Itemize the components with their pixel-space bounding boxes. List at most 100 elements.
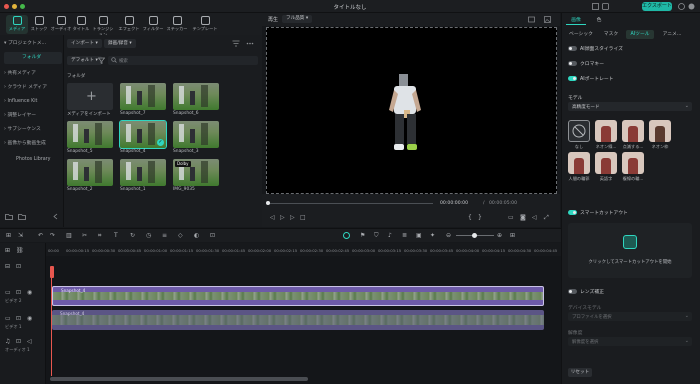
sidebar-item-adjustment-layer[interactable]: › 調整レイヤー: [4, 110, 62, 122]
tab-stock[interactable]: ストック: [28, 15, 50, 34]
marker-icon[interactable]: ⚑: [360, 232, 365, 239]
fullscreen-icon[interactable]: ⤢: [544, 214, 549, 222]
save-icon[interactable]: [602, 3, 609, 10]
tab-transitions[interactable]: トランジション: [92, 15, 114, 37]
quality-dropdown[interactable]: フル品質 ▾: [282, 15, 313, 23]
device-model-select[interactable]: プロファイルを選択 ⌄: [568, 312, 692, 321]
export-button[interactable]: エクスポート: [642, 2, 672, 11]
speaker-icon[interactable]: ◁: [27, 338, 32, 345]
lens-correction-toggle[interactable]: [568, 289, 577, 294]
subtab-basic[interactable]: ベーシック: [566, 30, 596, 39]
prev-frame-icon[interactable]: ◁: [270, 214, 275, 221]
track-settings-icon[interactable]: ⊟: [5, 263, 10, 270]
media-item-snapshot-1[interactable]: [120, 159, 166, 186]
lock-icon[interactable]: ⊡: [16, 263, 21, 270]
tab-templates[interactable]: テンプレート: [192, 15, 218, 34]
sort-dropdown[interactable]: デフォルト ▾: [67, 56, 102, 65]
grid-view-icon[interactable]: ⊞: [510, 232, 515, 239]
volume-icon[interactable]: ◁: [532, 214, 537, 221]
tab-titles[interactable]: タイトル: [70, 15, 92, 34]
rotate-icon[interactable]: ↻: [130, 232, 135, 239]
media-item-snapshot-2[interactable]: [67, 159, 113, 186]
microphone-icon[interactable]: ♪: [388, 232, 392, 239]
subtab-mask[interactable]: マスク: [600, 30, 622, 39]
preset-none[interactable]: [568, 120, 590, 142]
link-icon[interactable]: ⛓: [16, 247, 24, 254]
help-icon[interactable]: [678, 3, 685, 10]
timeline-clip-video-1[interactable]: Snapshot_4: [52, 310, 544, 330]
adjust-icon[interactable]: ≡: [162, 232, 167, 239]
import-media-tile[interactable]: +: [67, 83, 113, 110]
eye-icon[interactable]: ◉: [27, 315, 32, 322]
monitor-icon[interactable]: ▭: [508, 214, 514, 221]
voiceover-icon[interactable]: ≣: [402, 232, 407, 239]
tab-stickers[interactable]: ステッカー: [166, 15, 188, 34]
play-icon[interactable]: ▷: [280, 214, 285, 221]
preset-neon-line[interactable]: [595, 120, 617, 142]
redo-icon[interactable]: ↷: [50, 232, 55, 239]
keyframe-icon[interactable]: ◇: [178, 232, 183, 239]
snapshot-icon[interactable]: ▣: [416, 232, 422, 239]
layout-grid-icon[interactable]: ⊞: [6, 232, 11, 239]
filter-sort-icon[interactable]: [98, 57, 105, 64]
shield-icon[interactable]: ⛉: [374, 232, 379, 240]
preview-viewer[interactable]: [266, 27, 557, 194]
smart-cutout-toggle[interactable]: [568, 210, 577, 215]
ai-portrait-toggle[interactable]: [568, 76, 577, 81]
media-item-snapshot-6[interactable]: [173, 83, 219, 110]
tab-media[interactable]: メディア: [6, 15, 28, 34]
render-icon[interactable]: [343, 232, 350, 239]
undo-icon[interactable]: ↶: [38, 232, 43, 239]
media-item-snapshot-7[interactable]: [120, 83, 166, 110]
scrubber-handle[interactable]: [266, 201, 270, 205]
timeline-clip-video-2[interactable]: Snapshot_4: [52, 286, 544, 306]
layout-icon[interactable]: [592, 3, 599, 10]
tab-color[interactable]: 色: [592, 16, 606, 25]
reset-button[interactable]: リセット: [568, 368, 592, 377]
collapse-sidebar-icon[interactable]: [52, 213, 59, 220]
sidebar-item-cloud-media[interactable]: › クラウド メディア: [4, 82, 62, 94]
color-icon[interactable]: ◐: [194, 232, 199, 239]
folder-icon[interactable]: [18, 213, 26, 220]
next-frame-icon[interactable]: ▷: [290, 214, 295, 221]
smart-cutout-area[interactable]: クリックしてスマートカットアウトを開始: [568, 223, 692, 278]
account-icon[interactable]: [688, 3, 695, 10]
stabilize-icon[interactable]: ⊡: [210, 232, 215, 239]
lock-icon[interactable]: ⊡: [16, 315, 21, 322]
subtab-animation[interactable]: アニメ...: [658, 30, 686, 39]
image-icon[interactable]: [544, 16, 551, 23]
sidebar-item-influence-kit[interactable]: › Influence Kit: [4, 96, 62, 108]
ai-face-stylize-toggle[interactable]: [568, 46, 577, 51]
tab-filters[interactable]: フィルター: [142, 15, 164, 34]
media-item-snapshot-4[interactable]: ✓: [119, 120, 167, 149]
tab-image[interactable]: 画像: [566, 16, 586, 25]
search-input[interactable]: 検索: [108, 56, 258, 65]
tab-audio[interactable]: オーディオ: [50, 15, 72, 34]
timeline-ruler[interactable]: 00:00 00:00:00:15 00:00:00:30 00:00:00:4…: [46, 243, 561, 256]
camera-icon[interactable]: ◙: [520, 214, 526, 221]
record-button[interactable]: 録画/録音 ▾: [104, 39, 136, 48]
crop-icon[interactable]: ⌗: [98, 232, 101, 240]
playhead[interactable]: [50, 266, 54, 278]
subtab-ai-tools[interactable]: AIツール: [626, 30, 654, 39]
cut-icon[interactable]: ✂: [82, 232, 87, 239]
lock-icon[interactable]: ⊡: [16, 338, 21, 345]
zoom-in-icon[interactable]: ⊕: [497, 232, 502, 239]
preset-flashing[interactable]: [622, 120, 644, 142]
more-icon[interactable]: [246, 40, 254, 47]
tab-effects[interactable]: エフェクト: [118, 15, 140, 34]
timeline-scrollbar[interactable]: [50, 377, 308, 381]
screenshot-icon[interactable]: [528, 16, 535, 23]
playback-scrubber[interactable]: [268, 203, 433, 204]
sidebar-item-image-to-video[interactable]: › 画像から動画生成: [4, 138, 62, 150]
select-tool-icon[interactable]: ⇲: [18, 232, 23, 239]
text-icon[interactable]: T: [114, 232, 118, 239]
preset-human-outline[interactable]: [568, 152, 590, 174]
zoom-out-icon[interactable]: ⊖: [446, 232, 451, 239]
sidebar-item-photos-library[interactable]: Photos Library: [4, 154, 62, 166]
resolution-select[interactable]: 解像度を選択 ⌄: [568, 337, 692, 346]
preset-neon-frame[interactable]: [649, 120, 671, 142]
mark-in-icon[interactable]: {: [468, 214, 472, 221]
sidebar-item-shared-media[interactable]: › 共有メディア: [4, 68, 62, 80]
media-item-snapshot-5[interactable]: [67, 121, 113, 148]
